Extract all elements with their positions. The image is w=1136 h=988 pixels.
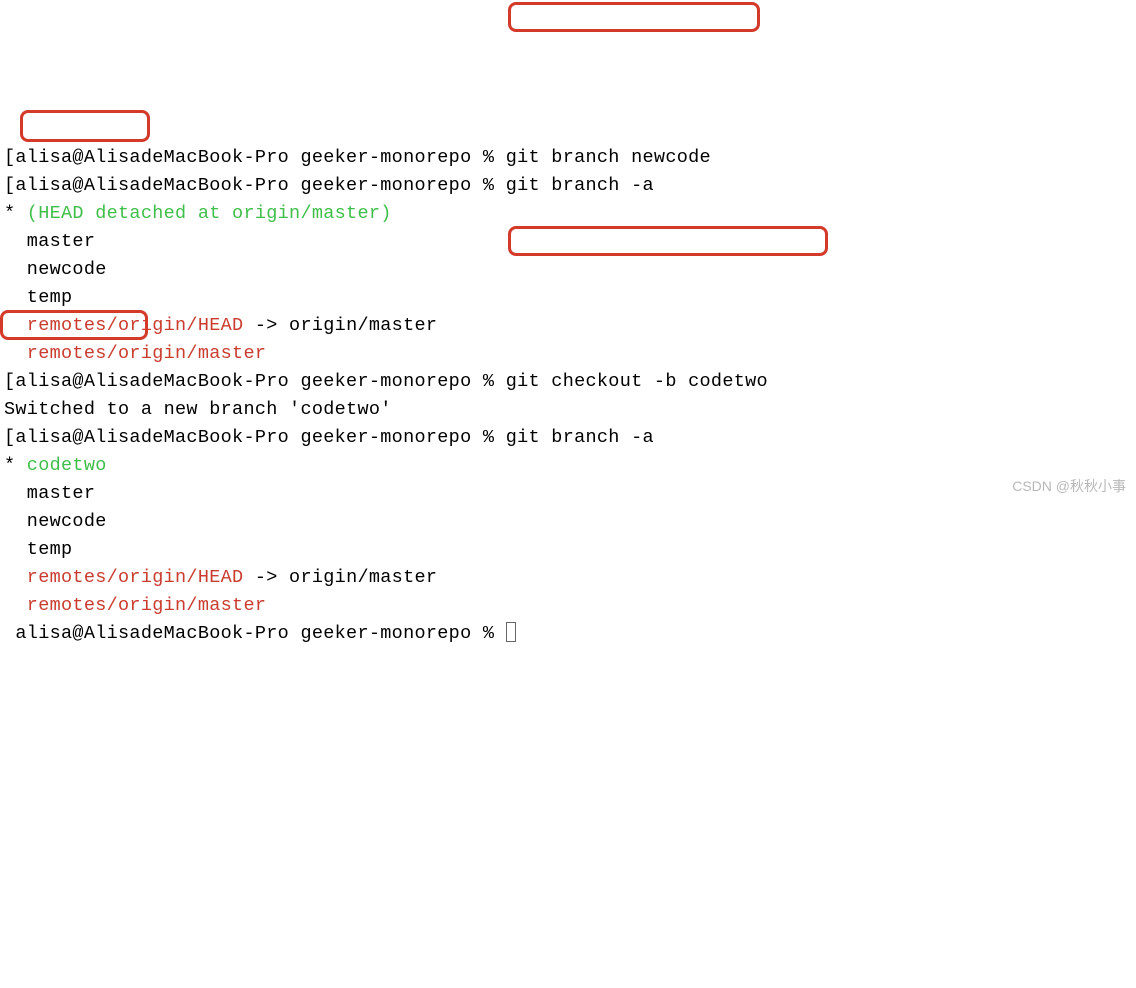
- prompt-line: [alisa@AlisadeMacBook-Pro geeker-monorep…: [4, 371, 768, 392]
- prompt-line[interactable]: alisa@AlisadeMacBook-Pro geeker-monorepo…: [4, 623, 516, 644]
- git-checkout-cmd: git checkout -b codetwo: [506, 371, 768, 392]
- branch-item: temp: [4, 287, 72, 308]
- branch-head-line: * (HEAD detached at origin/master): [4, 203, 392, 224]
- cursor-icon: [506, 622, 516, 642]
- switched-branch-msg: Switched to a new branch 'codetwo': [4, 399, 392, 420]
- terminal-output: [alisa@AlisadeMacBook-Pro geeker-monorep…: [0, 112, 1136, 652]
- branch-item: master: [4, 483, 95, 504]
- remote-branch: remotes/origin/master: [4, 343, 266, 364]
- watermark: CSDN @秋秋小事: [1012, 472, 1126, 500]
- prompt-line: [alisa@AlisadeMacBook-Pro geeker-monorep…: [4, 427, 654, 448]
- branch-item-newcode: newcode: [4, 259, 107, 280]
- current-branch-line: * codetwo: [4, 455, 107, 476]
- remote-branch: remotes/origin/HEAD -> origin/master: [4, 567, 437, 588]
- branch-item: newcode: [4, 511, 107, 532]
- highlight-box-1: [508, 2, 760, 32]
- prompt-line: [alisa@AlisadeMacBook-Pro geeker-monorep…: [4, 147, 711, 168]
- branch-item: temp: [4, 539, 72, 560]
- git-branch-newcode-cmd: git branch newcode: [506, 147, 711, 168]
- prompt-line: [alisa@AlisadeMacBook-Pro geeker-monorep…: [4, 175, 654, 196]
- remote-branch: remotes/origin/HEAD -> origin/master: [4, 315, 437, 336]
- remote-branch: remotes/origin/master: [4, 595, 266, 616]
- branch-item: master: [4, 231, 95, 252]
